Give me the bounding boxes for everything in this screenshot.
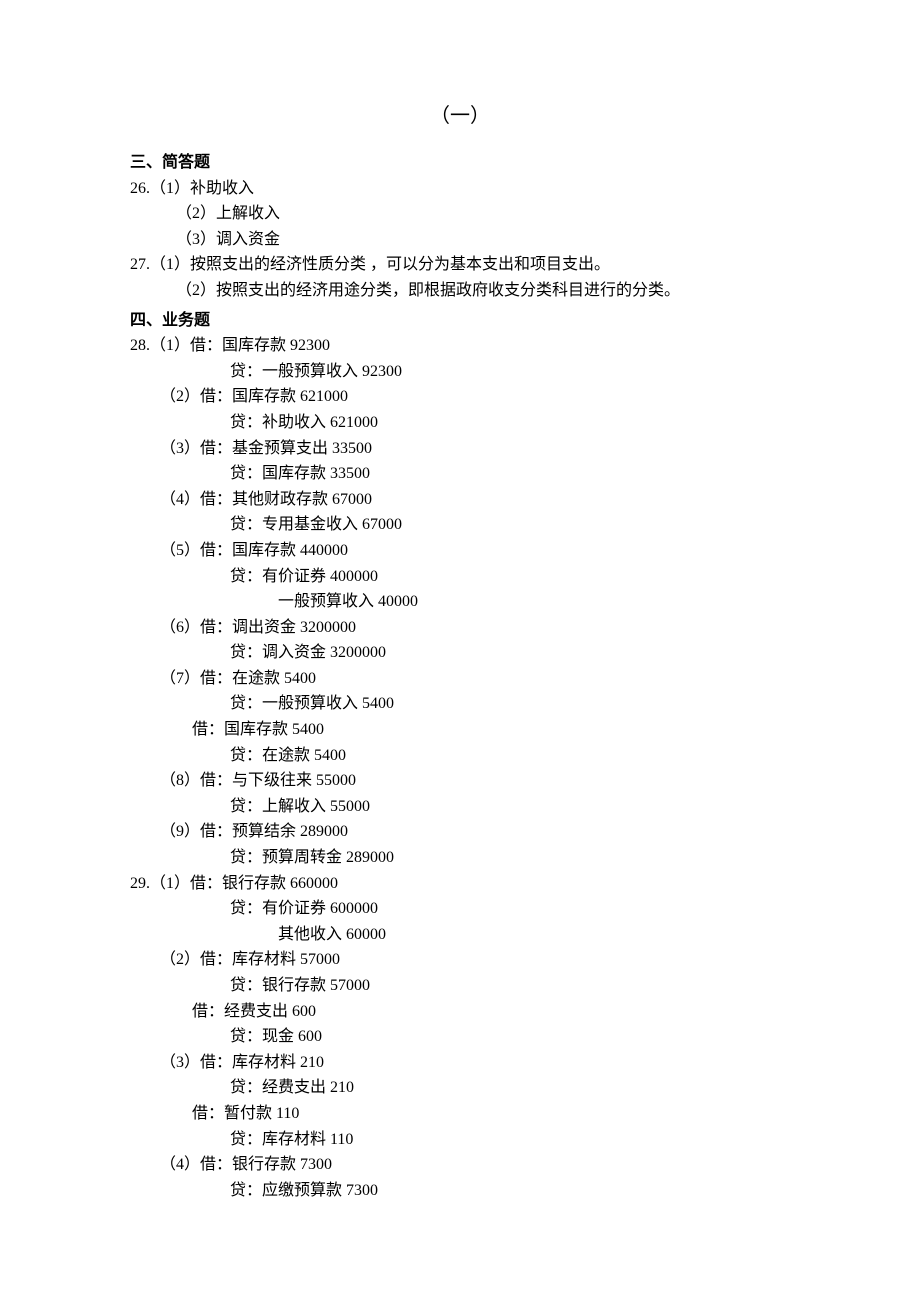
q29-4-debit: （4）借：银行存款 7300: [130, 1152, 790, 1178]
q28-3-debit: （3）借：基金预算支出 33500: [130, 436, 790, 462]
q29-2-credit1: 贷：银行存款 57000: [130, 973, 790, 999]
q28-5-credit1: 贷：有价证券 400000: [130, 564, 790, 590]
q28-2-credit: 贷：补助收入 621000: [130, 410, 790, 436]
q29-3-debit1: （3）借：库存材料 210: [130, 1050, 790, 1076]
q28-1-debit: 28.（1）借：国库存款 92300: [130, 333, 790, 359]
q29-2-debit2: 借：经费支出 600: [130, 999, 790, 1025]
q29-1-debit: 29.（1）借：银行存款 660000: [130, 871, 790, 897]
q29-3-credit1: 贷：经费支出 210: [130, 1075, 790, 1101]
q29-3-credit2: 贷：库存材料 110: [130, 1127, 790, 1153]
q26-line3: （3）调入资金: [130, 227, 790, 253]
q29-1-credit1: 贷：有价证券 600000: [130, 896, 790, 922]
q28-9-credit: 贷：预算周转金 289000: [130, 845, 790, 871]
q29-3-debit2: 借：暂付款 110: [130, 1101, 790, 1127]
q29-2-credit2: 贷：现金 600: [130, 1024, 790, 1050]
q28-7-debit2: 借：国库存款 5400: [130, 717, 790, 743]
q28-2-debit: （2）借：国库存款 621000: [130, 384, 790, 410]
q28-6-debit: （6）借：调出资金 3200000: [130, 615, 790, 641]
q28-5-credit2: 一般预算收入 40000: [130, 589, 790, 615]
q29-2-debit1: （2）借：库存材料 57000: [130, 947, 790, 973]
q28-7-credit1: 贷：一般预算收入 5400: [130, 691, 790, 717]
q28-5-debit: （5）借：国库存款 440000: [130, 538, 790, 564]
section-heading-short-answer: 三、简答题: [130, 150, 790, 176]
q28-9-debit: （9）借：预算结余 289000: [130, 819, 790, 845]
section-heading-business: 四、业务题: [130, 308, 790, 334]
document-title: （一）: [130, 100, 790, 132]
q28-3-credit: 贷：国库存款 33500: [130, 461, 790, 487]
q27-line2: （2）按照支出的经济用途分类，即根据政府收支分类科目进行的分类。: [130, 278, 790, 304]
q27-line1: 27.（1）按照支出的经济性质分类 ，可以分为基本支出和项目支出。: [130, 252, 790, 278]
q26-line1: 26.（1）补助收入: [130, 176, 790, 202]
q28-1-credit: 贷：一般预算收入 92300: [130, 359, 790, 385]
q28-4-debit: （4）借：其他财政存款 67000: [130, 487, 790, 513]
q28-7-credit2: 贷：在途款 5400: [130, 743, 790, 769]
q28-6-credit: 贷：调入资金 3200000: [130, 640, 790, 666]
q28-4-credit: 贷：专用基金收入 67000: [130, 512, 790, 538]
q28-8-debit: （8）借：与下级往来 55000: [130, 768, 790, 794]
q29-4-credit: 贷：应缴预算款 7300: [130, 1178, 790, 1204]
q26-line2: （2）上解收入: [130, 201, 790, 227]
q29-1-credit2: 其他收入 60000: [130, 922, 790, 948]
q28-8-credit: 贷：上解收入 55000: [130, 794, 790, 820]
q28-7-debit1: （7）借：在途款 5400: [130, 666, 790, 692]
